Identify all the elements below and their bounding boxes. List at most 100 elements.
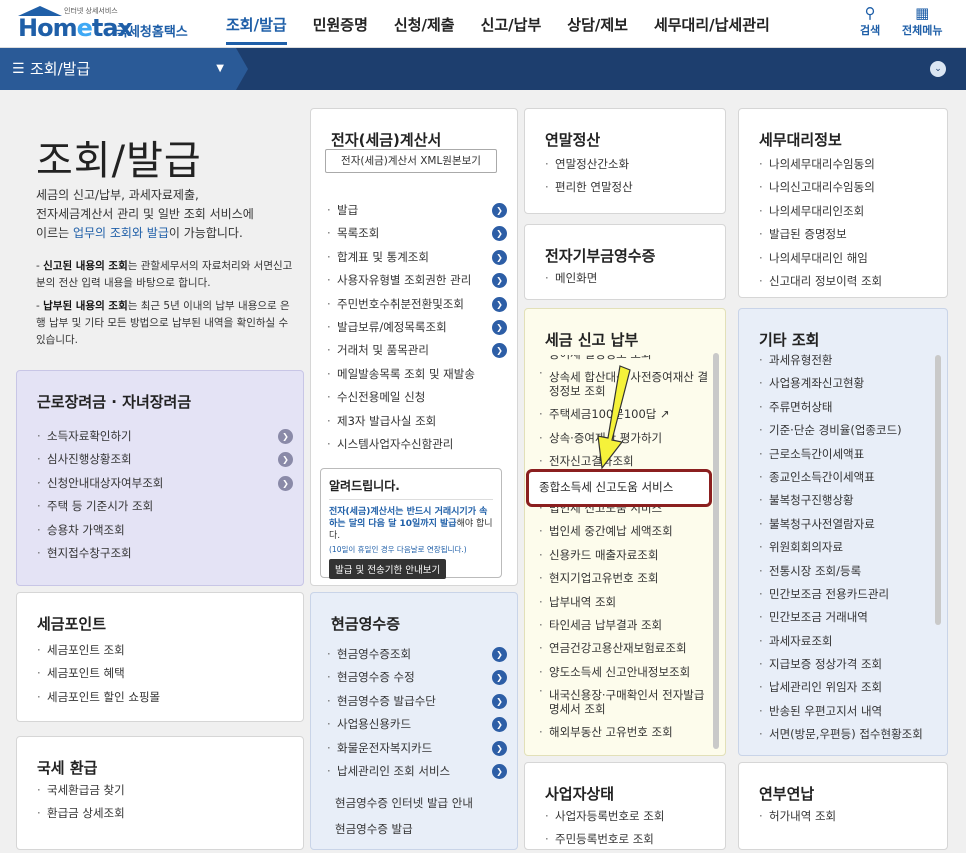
list-item[interactable]: 민간보조금 거래내역 [759, 606, 931, 629]
list-item[interactable]: 신용카드 매출자료조회 [539, 544, 711, 567]
list-item[interactable]: 납세관리인 위임자 조회 [759, 676, 931, 699]
caret-down-icon: ▼ [216, 63, 224, 74]
list-item[interactable]: 주민등록번호로 조회 [545, 828, 717, 849]
panel-title: 근로장려금 · 자녀장려금 [37, 393, 192, 411]
list-item[interactable]: 편리한 연말정산 [545, 176, 717, 199]
list-item[interactable]: 법인세 중간예납 세액조회 [539, 520, 711, 543]
location-bar: ☰ 조회/발급 ▼ ⌄ [0, 48, 966, 90]
hamburger-icon: ☰ [12, 61, 25, 77]
list-item[interactable]: 발급❯ [327, 199, 509, 222]
list-item[interactable]: 기준·단순 경비율(업종코드) [759, 419, 931, 442]
list-item[interactable]: 시스템사업자수신함관리 [327, 433, 509, 456]
list-item[interactable]: 제3자 발급사실 조회 [327, 410, 509, 433]
list-item[interactable]: 나의세무대리인조회 [759, 200, 939, 223]
gnb-item-inquiry[interactable]: 조회/발급 [226, 0, 287, 45]
list-item[interactable]: 현금영수증 발급수단❯ [327, 690, 509, 713]
arrow-right-icon: ❯ [492, 273, 507, 289]
gnb-item-agent[interactable]: 세무대리/납세관리 [654, 0, 770, 48]
panel-title: 기타 조회 [759, 331, 820, 349]
list-item[interactable]: 전통시장 조회/등록 [759, 560, 931, 583]
list-item[interactable]: 불복청구사전열람자료 [759, 513, 931, 536]
other-inquiry-scrollbar[interactable] [935, 355, 941, 625]
list-item[interactable]: 나의신고대리수임동의 [759, 176, 939, 199]
list-item[interactable]: 사업용계좌신고현황 [759, 372, 931, 395]
list-item[interactable]: 세금포인트 혜택 [37, 662, 295, 685]
list-item[interactable]: 과세유형전환 [759, 349, 931, 372]
list-item[interactable]: 세금포인트 할인 쇼핑몰 [37, 686, 295, 709]
list-item[interactable]: 근로소득간이세액표 [759, 443, 931, 466]
list-item[interactable]: 서면(방문,우편등) 접수현황조회 [759, 723, 931, 746]
list-item[interactable]: 연말정산간소화 [545, 153, 717, 176]
list-item[interactable]: 종교인소득간이세액표 [759, 466, 931, 489]
list-item[interactable]: 심사진행상황조회❯ [37, 448, 295, 472]
list-item[interactable]: 사업용신용카드❯ [327, 713, 509, 737]
list-item[interactable]: 메일발송목록 조회 및 재발송 [327, 363, 509, 386]
list-item[interactable]: 현금영수증 수정❯ [327, 666, 509, 690]
list-item[interactable]: 납부내역 조회 [539, 591, 711, 614]
list-item[interactable]: 현지접수창구조회 [37, 542, 295, 565]
annotation-arrow-icon [597, 365, 631, 470]
list-item[interactable]: 발급보류/예정목록조회❯ [327, 316, 509, 339]
arrow-right-icon: ❯ [278, 452, 293, 468]
installment-list: 허가내역 조회 [759, 805, 939, 828]
tax-report-scrollbar[interactable] [713, 353, 719, 749]
list-item[interactable]: 반송된 우편고지서 내역 [759, 700, 931, 723]
expand-icon[interactable]: ⌄ [930, 61, 946, 77]
cash-receipt-issue[interactable]: 현금영수증 발급 [335, 821, 413, 837]
list-item[interactable]: 국세환급금 찾기 [37, 779, 295, 802]
xml-view-button[interactable]: 전자(세금)계산서 XML원본보기 [325, 149, 497, 173]
list-item[interactable]: 과세자료조회 [759, 630, 931, 653]
list-item[interactable]: 해외부동산 고유번호 조회 [539, 721, 711, 744]
list-item[interactable]: 민간보조금 전용카드관리 [759, 583, 931, 606]
all-menu-button[interactable]: ▦ 전체메뉴 [902, 4, 942, 38]
highlight-income-tax-help[interactable]: 종합소득세 신고도움 서비스 [526, 469, 712, 507]
search-button[interactable]: ⚲ 검색 [860, 4, 880, 38]
list-item[interactable]: 현금영수증조회❯ [327, 643, 509, 666]
list-item[interactable]: 주민번호수취분전환및조회❯ [327, 293, 509, 316]
gnb-item-apply[interactable]: 신청/제출 [394, 0, 455, 48]
cash-receipt-internet-guide[interactable]: 현금영수증 인터넷 발급 안내 [335, 795, 473, 811]
cash-receipt-panel: 현금영수증 현금영수증조회❯ 현금영수증 수정❯ 현금영수증 발급수단❯ 사업용… [310, 592, 518, 850]
list-item[interactable]: 주택 등 기준시가 조회 [37, 495, 295, 518]
list-item[interactable]: 지급보증 정상가격 조회 [759, 653, 931, 676]
list-item[interactable]: 승용차 가액조회 [37, 519, 295, 542]
list-item[interactable]: 세금포인트 조회 [37, 639, 295, 662]
hometax-logo[interactable]: 인터넷 상세서비스 Hometax 국세청홈택스 [16, 6, 196, 42]
list-item[interactable]: 허가내역 조회 [759, 805, 939, 828]
list-item[interactable]: 소득자료확인하기❯ [37, 425, 295, 448]
list-item[interactable]: 신청안내대상자여부조회❯ [37, 472, 295, 495]
list-item[interactable]: 환급금 상세조회 [37, 802, 295, 825]
list-item[interactable]: 신고대리 정보이력 조회 [759, 270, 939, 293]
list-item[interactable]: 타인세금 납부결과 조회 [539, 614, 711, 637]
panel-title: 현금영수증 [331, 615, 401, 633]
arrow-right-icon: ❯ [492, 319, 507, 335]
list-item[interactable]: 발급된 증명정보 [759, 223, 939, 246]
list-item[interactable]: 메인화면 [545, 267, 717, 290]
gnb-item-report[interactable]: 신고/납부 [481, 0, 542, 48]
list-item[interactable]: 사용자유형별 조회권한 관리❯ [327, 269, 509, 293]
list-item[interactable]: 합계표 및 통계조회❯ [327, 246, 509, 269]
list-item[interactable]: 양도소득세 신고안내정보조회 [539, 661, 711, 684]
arrow-right-icon: ❯ [492, 296, 507, 312]
list-item[interactable]: 내국신용장·구매확인서 전자발급명세서 조회 [539, 684, 711, 721]
gnb-item-consult[interactable]: 상담/제보 [567, 0, 628, 48]
list-item[interactable]: 나의세무대리수임동의 [759, 153, 939, 176]
list-item[interactable]: 목록조회❯ [327, 222, 509, 246]
list-item[interactable]: 연금건강고용산재보험료조회 [539, 637, 711, 660]
list-item[interactable]: 현지기업고유번호 조회 [539, 567, 711, 590]
list-item[interactable]: 위원회회의자료 [759, 536, 931, 559]
list-item[interactable]: 거래처 및 품목관리❯ [327, 339, 509, 363]
deadline-guide-button[interactable]: 발급 및 전송기한 안내보기 [329, 559, 447, 579]
list-item[interactable]: 수신전용메일 신청 [327, 386, 509, 409]
list-item[interactable]: 불복청구진행상황 [759, 489, 931, 512]
list-item[interactable]: 나의세무대리인 해임 [759, 247, 939, 270]
list-item[interactable]: 화물운전자복지카드❯ [327, 737, 509, 760]
top-header: 인터넷 상세서비스 Hometax 국세청홈택스 조회/발급 민원증명 신청/제… [0, 0, 966, 48]
location-select[interactable]: ☰ 조회/발급 ▼ [0, 48, 236, 90]
arrow-right-icon: ❯ [492, 203, 507, 218]
list-item[interactable]: 주류면허상태 [759, 396, 931, 419]
list-item[interactable]: 사업자등록번호로 조회 [545, 805, 717, 828]
list-item[interactable]: 납세관리인 조회 서비스❯ [327, 760, 509, 783]
gnb-item-certificate[interactable]: 민원증명 [313, 0, 368, 48]
page-description: 세금의 신고/납부, 과세자료제출, 전자세금계산서 관리 및 일반 조회 서비… [36, 188, 254, 240]
